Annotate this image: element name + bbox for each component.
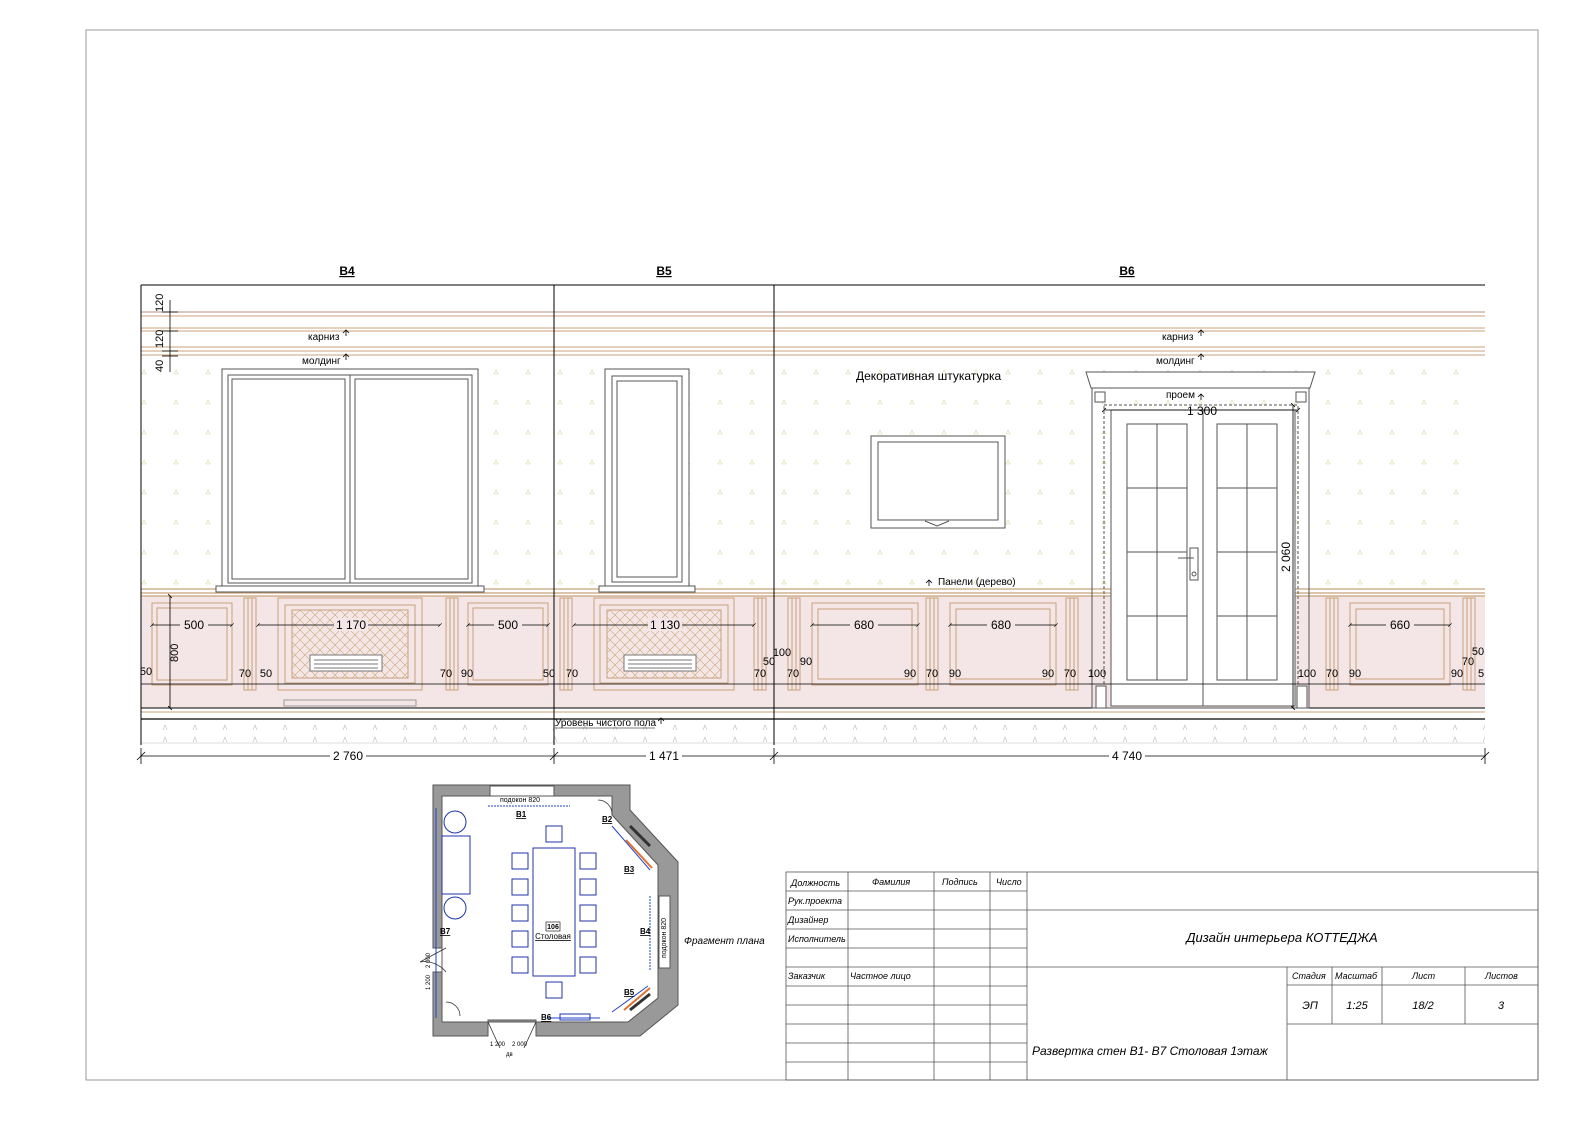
- tv-screen: [870, 435, 1006, 529]
- plan-door-dim-1: 1 200: [426, 974, 432, 990]
- tb-scale-label: Масштаб: [1335, 971, 1378, 981]
- dim-b5-panel-1: 1 130: [650, 618, 680, 632]
- tb-role-3: Исполнитель: [788, 934, 846, 944]
- dim-b6-a: 70: [787, 668, 799, 680]
- label-opening: проем: [1166, 390, 1195, 401]
- dim-b6-panel-2: 680: [991, 618, 1011, 632]
- dim-b4-a: 50: [140, 666, 152, 678]
- plan-tag-b4: В4: [640, 927, 651, 936]
- dim-b6-k: 90: [1349, 668, 1361, 680]
- plan-room-name: Столовая: [535, 932, 571, 941]
- dim-b6-f: 90: [1042, 668, 1054, 680]
- plan-sill-right: подокон 820: [661, 918, 668, 958]
- dim-b4-d: 70: [440, 668, 452, 680]
- door-b6: [1085, 371, 1316, 709]
- wall-label-b6: В6: [1119, 264, 1135, 278]
- dim-b6-n: 50: [1472, 646, 1484, 658]
- dim-h40: 40: [154, 360, 166, 372]
- elevation: В4 В5 В6 120 120 40 карниз молдинг карни…: [136, 264, 1490, 764]
- plan-door-dim-4: 2 000: [512, 1042, 528, 1048]
- plan-tag-b2: В2: [602, 815, 613, 824]
- label-cornice-b4: карниз: [308, 332, 340, 343]
- label-decorative-plaster: Декоративная штукатурка: [856, 369, 1002, 383]
- dim-b4-f: 50: [543, 668, 555, 680]
- tb-stage-label: Стадия: [1292, 971, 1326, 981]
- tb-sheets: 3: [1498, 1000, 1505, 1012]
- dim-door-height: 2 060: [1279, 542, 1293, 572]
- dim-b6-i: 100: [1298, 668, 1316, 680]
- dim-b6-c: 90: [904, 668, 916, 680]
- tb-col-surname: Фамилия: [872, 877, 910, 887]
- tb-role-1: Рук.проекта: [788, 896, 842, 906]
- tb-sheet-label: Лист: [1411, 971, 1436, 981]
- dim-wall-b6-width: 4 740: [1112, 749, 1142, 763]
- dim-b5-a: 70: [566, 668, 578, 680]
- dim-b5-b: 70: [754, 668, 766, 680]
- dim-b6-l: 90: [1451, 668, 1463, 680]
- label-cornice-b6: карниз: [1162, 332, 1194, 343]
- plan-tag-b1: В1: [516, 810, 527, 819]
- dim-b6-panel-1: 680: [854, 618, 874, 632]
- label-panels: Панели (дерево): [938, 577, 1016, 588]
- label-floor-level: Уровень чистого пола: [555, 718, 656, 729]
- dim-b6-e: 90: [949, 668, 961, 680]
- dim-door-width: 1 300: [1187, 404, 1217, 418]
- tb-client-value: Частное лицо: [850, 971, 911, 981]
- dim-b5-d: 100: [773, 647, 791, 659]
- dim-h800: 800: [169, 644, 181, 662]
- dim-h120a: 120: [154, 294, 166, 312]
- plan-door-tag: дв: [506, 1052, 513, 1058]
- floor-plan: подокон 820 подокон 820 1 200 2 000 1 20…: [419, 784, 765, 1058]
- dim-b6-g: 70: [1064, 668, 1076, 680]
- tb-sheet: 18/2: [1412, 1000, 1433, 1012]
- plan-sill-top: подокон 820: [500, 797, 540, 804]
- dim-b6-j: 70: [1326, 668, 1338, 680]
- tb-col-position: Должность: [790, 878, 840, 888]
- dim-b6-h: 100: [1088, 668, 1106, 680]
- dim-b6-b: 90: [800, 656, 812, 668]
- plan-door-dim-3: 1 200: [490, 1042, 506, 1048]
- dim-b4-panel-1: 500: [184, 618, 204, 632]
- tb-role-2: Дизайнер: [787, 915, 828, 925]
- label-molding-b4: молдинг: [302, 356, 341, 367]
- dim-b6-d: 70: [926, 668, 938, 680]
- plan-tag-b7: В7: [440, 927, 451, 936]
- dim-b4-c: 50: [260, 668, 272, 680]
- plan-door-dim-2: 2 000: [426, 952, 432, 968]
- plan-room-number: 106: [547, 924, 559, 931]
- window-b5: [598, 368, 696, 593]
- plan-tag-b3: В3: [624, 865, 635, 874]
- plan-caption: Фрагмент плана: [684, 936, 765, 947]
- tb-client-label: Заказчик: [788, 971, 826, 981]
- tb-col-signature: Подпись: [942, 877, 978, 887]
- window-b4: [215, 368, 485, 593]
- tb-sheets-label: Листов: [1484, 971, 1518, 981]
- label-molding-b6: молдинг: [1156, 356, 1195, 367]
- tb-project-title: Дизайн интерьера КОТТЕДЖА: [1184, 930, 1377, 945]
- dim-b4-b: 70: [239, 668, 251, 680]
- drawing-sheet: В4 В5 В6 120 120 40 карниз молдинг карни…: [85, 29, 1539, 1081]
- wall-label-b5: В5: [656, 264, 672, 278]
- dim-wall-b5-width: 1 471: [649, 749, 679, 763]
- plan-tag-b5: В5: [624, 988, 635, 997]
- tb-col-date: Число: [996, 877, 1022, 887]
- dim-b6-o: 5: [1478, 668, 1484, 680]
- wall-label-b4: В4: [339, 264, 355, 278]
- dim-b4-panel-3: 500: [498, 618, 518, 632]
- dim-wall-b4-width: 2 760: [333, 749, 363, 763]
- dim-b6-panel-3: 660: [1390, 618, 1410, 632]
- plan-tag-b6: В6: [541, 1013, 552, 1022]
- tb-stage: ЭП: [1302, 1000, 1318, 1012]
- tb-drawing-title: Развертка стен В1- В7 Столовая 1этаж: [1032, 1044, 1269, 1058]
- tb-scale: 1:25: [1346, 1000, 1368, 1012]
- dim-h120b: 120: [154, 330, 166, 348]
- dim-b4-e: 90: [461, 668, 473, 680]
- dim-b4-panel-2: 1 170: [336, 618, 366, 632]
